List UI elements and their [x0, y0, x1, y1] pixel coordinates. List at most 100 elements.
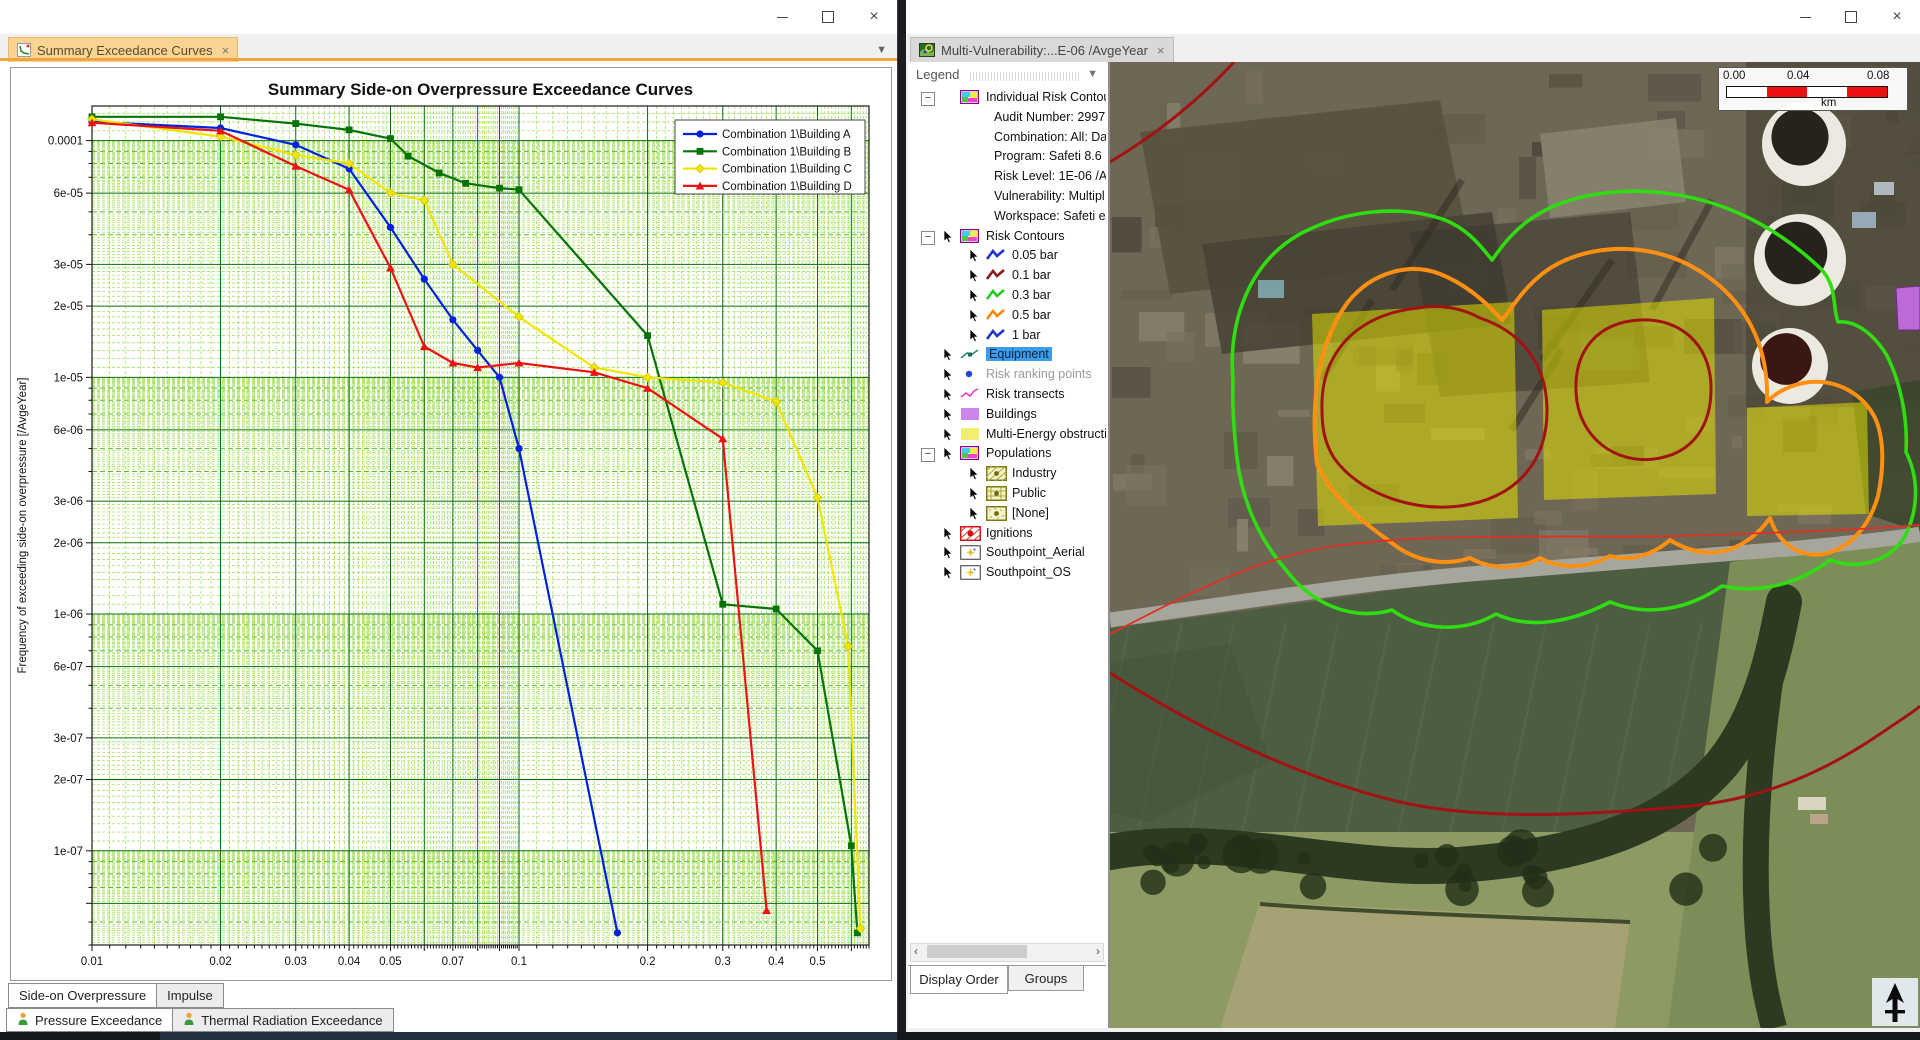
legend-item-label: Equipment: [986, 347, 1052, 361]
minimize-button[interactable]: [759, 0, 805, 34]
left-titlebar[interactable]: ×: [0, 0, 897, 34]
map-doc-icon: [919, 43, 935, 57]
svg-text:3e-06: 3e-06: [54, 496, 83, 508]
multi-energy-obstruction[interactable]: [1542, 298, 1716, 500]
legend-item-individual-risk-contours[interactable]: − Individual Risk Contours: [908, 88, 1106, 108]
legend-tree: − Individual Risk Contours Audit Number: 2…: [908, 88, 1108, 918]
legend-item-populations[interactable]: −Populations: [908, 444, 1106, 464]
legend-caret-icon[interactable]: ▼: [1087, 68, 1098, 80]
legend-drag-grip[interactable]: [970, 72, 1080, 81]
scroll-left-icon[interactable]: ‹: [914, 944, 918, 959]
svg-text:0.2: 0.2: [640, 956, 656, 968]
legend-item-buildings[interactable]: Buildings: [908, 405, 1106, 425]
left-tabstrip: Summary Exceedance Curves × ▼: [0, 34, 897, 61]
zigzag-icon: [986, 268, 1006, 286]
pop-none-icon: [986, 506, 1007, 524]
tab-impulse[interactable]: Impulse: [156, 983, 224, 1008]
legend-item-0-3-bar[interactable]: 0.3 bar: [908, 286, 1106, 306]
svg-text:Frequency of exceeding side-on: Frequency of exceeding side-on overpress…: [17, 378, 29, 674]
chart-subtabs: Side-on Overpressure Impulse: [8, 983, 224, 1008]
multi-energy-obstruction[interactable]: [1312, 302, 1518, 526]
legend-item-label: Buildings: [986, 407, 1037, 421]
map-canvas[interactable]: [1110, 62, 1920, 1028]
tree-collapse-box[interactable]: −: [921, 231, 935, 245]
zigzag-icon: [986, 288, 1006, 306]
close-button[interactable]: ×: [851, 0, 897, 34]
legend-item-label: Risk transects: [986, 387, 1065, 401]
tab-groups[interactable]: Groups: [1008, 966, 1084, 991]
cursor-pointer-icon: [942, 407, 955, 425]
tab-pressure-exceedance[interactable]: Pressure Exceedance: [6, 1008, 173, 1032]
tree-collapse-box[interactable]: −: [921, 92, 935, 106]
tab-multi-vulnerability[interactable]: Multi-Vulnerability:...E-06 /AvgeYear ×: [910, 37, 1174, 63]
svg-text:0.03: 0.03: [285, 956, 307, 968]
svg-text:0.0001: 0.0001: [48, 136, 83, 148]
legend-item-multi-energy-obstructions[interactable]: Multi-Energy obstructions: [908, 425, 1106, 445]
tab-list-caret-icon[interactable]: ▼: [876, 44, 887, 56]
legend-panel: Legend ▼ − Individual Risk Contours Audit …: [908, 62, 1110, 1028]
legend-item-label: Workspace: Safeti e: [994, 209, 1106, 223]
maximize-button[interactable]: [1828, 0, 1874, 34]
rect-icon: [960, 427, 980, 445]
tab-close-icon[interactable]: ×: [1157, 43, 1165, 58]
legend-item-public[interactable]: Public: [908, 484, 1106, 504]
legend-item-southpoint-aerial[interactable]: Southpoint_Aerial: [908, 543, 1106, 563]
maximize-button[interactable]: [805, 0, 851, 34]
legend-item-risk-contours[interactable]: −Risk Contours: [908, 227, 1106, 247]
person-icon: [183, 1012, 195, 1029]
multi-energy-obstruction[interactable]: [1747, 402, 1869, 516]
scrollbar-thumb[interactable]: [927, 945, 1027, 958]
legend-item-label: [None]: [1012, 506, 1049, 520]
scale-label-0: 0.00: [1723, 70, 1745, 82]
legend-item-program-safeti-8-6: Program: Safeti 8.6: [908, 147, 1106, 167]
svg-text:0.07: 0.07: [442, 956, 464, 968]
chart-legend: Combination 1\Building ACombination 1\Bu…: [675, 120, 865, 194]
legend-item-label: 0.3 bar: [1012, 288, 1051, 302]
legend-item-label: Audit Number: 2997: [994, 110, 1105, 124]
pop-public-icon: [986, 486, 1007, 504]
legend-item-equipment[interactable]: Equipment: [908, 345, 1106, 365]
close-icon: ×: [869, 9, 878, 25]
map-scale-bar: 0.00 0.04 0.08 km: [1718, 67, 1908, 111]
scale-unit: km: [1821, 97, 1836, 109]
svg-text:2e-07: 2e-07: [54, 775, 83, 787]
tree-collapse-box[interactable]: −: [921, 448, 935, 462]
app-screen: × Summary Exceedance Curves × ▼ 0.010.02…: [0, 0, 1920, 1040]
ignitions-icon: [960, 526, 981, 544]
legend-item-label: Individual Risk Contours: [986, 90, 1106, 104]
tab-display-order[interactable]: Display Order: [910, 966, 1008, 994]
scroll-right-icon[interactable]: ›: [1096, 944, 1100, 959]
risk-map-view[interactable]: 0.00 0.04 0.08 km: [1110, 62, 1920, 1028]
legend-item-ignitions[interactable]: Ignitions: [908, 524, 1106, 544]
legend-item-1-bar[interactable]: 1 bar: [908, 326, 1106, 346]
transect-icon: [960, 387, 980, 405]
scale-bar-segments: [1726, 86, 1888, 98]
exceedance-chart-panel[interactable]: 0.010.020.030.040.050.070.10.20.30.40.50…: [10, 67, 892, 981]
cursor-pointer-icon: [968, 466, 981, 484]
legend-item-industry[interactable]: Industry: [908, 464, 1106, 484]
close-button[interactable]: ×: [1874, 0, 1920, 34]
svg-text:0.1: 0.1: [511, 956, 527, 968]
legend-item-none[interactable]: [None]: [908, 504, 1106, 524]
star-box-icon: [960, 545, 981, 563]
building-overlay[interactable]: [1896, 286, 1920, 330]
minimize-button[interactable]: [1782, 0, 1828, 34]
right-titlebar[interactable]: ×: [906, 0, 1920, 34]
tab-thermal-radiation-exceedance[interactable]: Thermal Radiation Exceedance: [172, 1008, 393, 1032]
tab-close-icon[interactable]: ×: [222, 43, 230, 58]
legend-item-workspace-safeti-e: Workspace: Safeti e: [908, 207, 1106, 227]
legend-item-0-05-bar[interactable]: 0.05 bar: [908, 246, 1106, 266]
cursor-pointer-icon: [942, 387, 955, 405]
legend-item-risk-ranking-points[interactable]: Risk ranking points: [908, 365, 1106, 385]
close-icon: ×: [1892, 9, 1901, 25]
legend-panel-header[interactable]: Legend ▼: [908, 64, 1106, 86]
legend-item-southpoint-os[interactable]: Southpoint_OS: [908, 563, 1106, 583]
legend-item-risk-transects[interactable]: Risk transects: [908, 385, 1106, 405]
exceedance-chart[interactable]: 0.010.020.030.040.050.070.10.20.30.40.50…: [11, 68, 889, 978]
legend-item-0-1-bar[interactable]: 0.1 bar: [908, 266, 1106, 286]
svg-text:0.4: 0.4: [768, 956, 785, 968]
legend-item-0-5-bar[interactable]: 0.5 bar: [908, 306, 1106, 326]
tab-side-on-overpressure[interactable]: Side-on Overpressure: [8, 983, 157, 1008]
cursor-pointer-icon: [968, 308, 981, 326]
legend-horizontal-scrollbar[interactable]: ‹ ›: [910, 943, 1104, 962]
